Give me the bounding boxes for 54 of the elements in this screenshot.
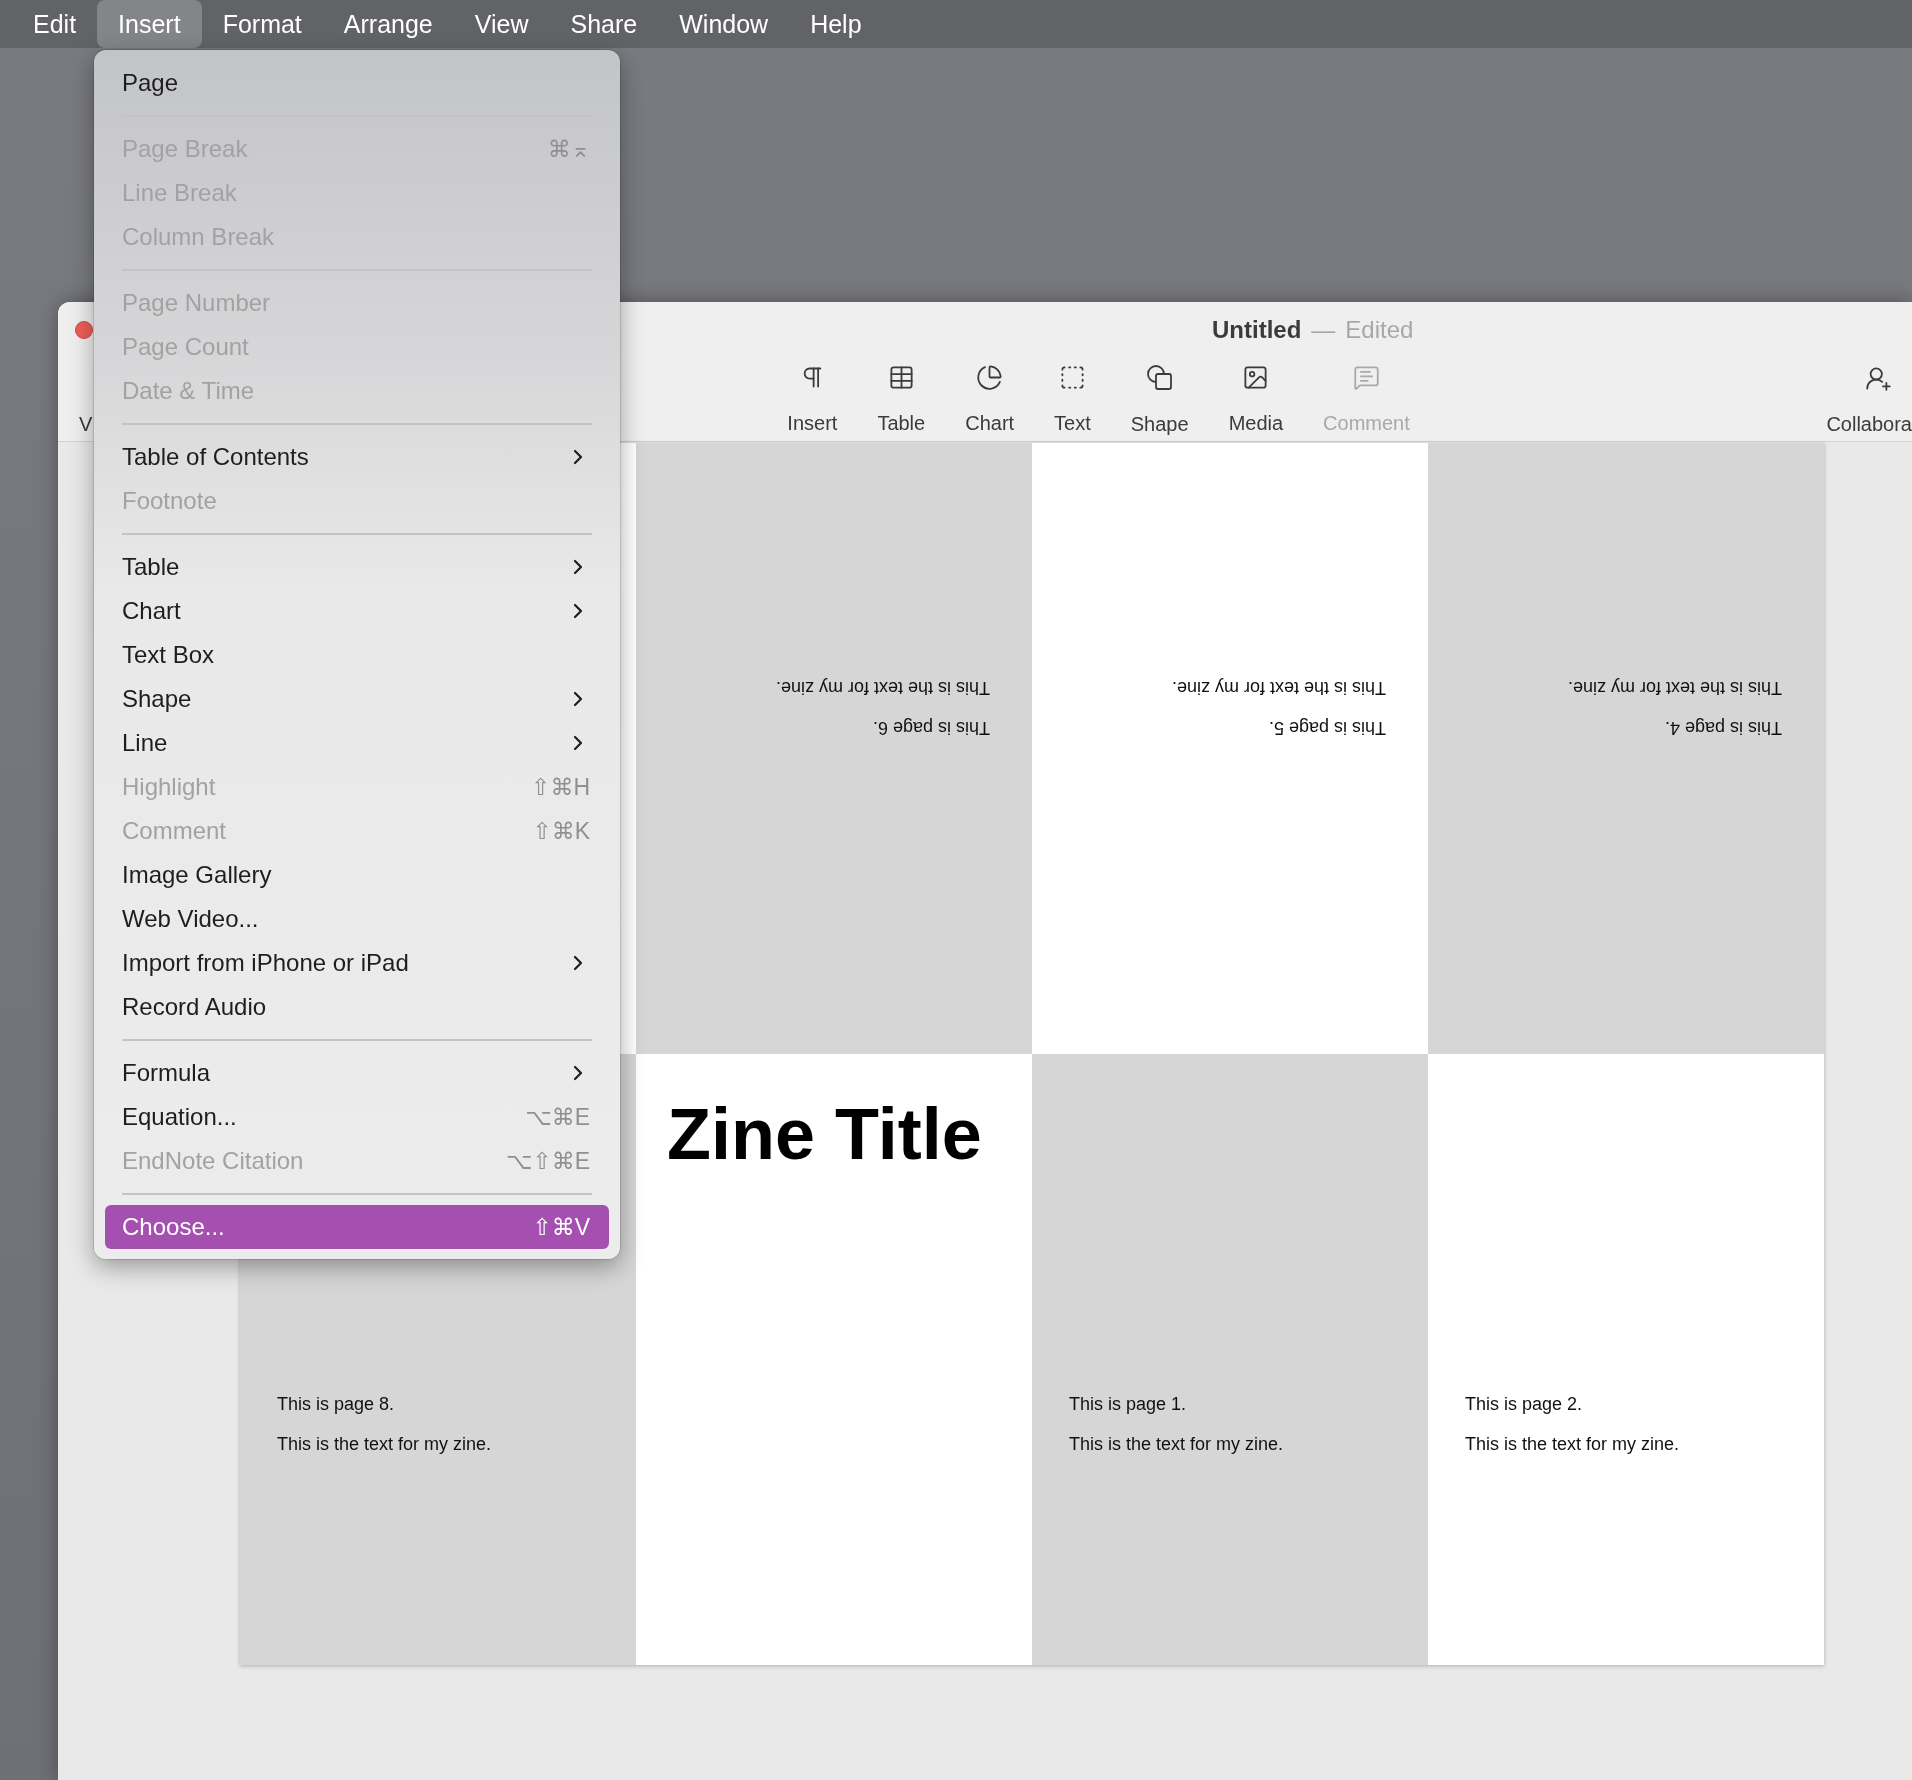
menu-bar-item[interactable]: Edit bbox=[12, 0, 98, 48]
page-text: This is page 6. bbox=[871, 717, 990, 740]
menu-bar-item[interactable]: Window bbox=[658, 0, 790, 48]
menu-item[interactable]: Choose... ⇧⌘V bbox=[105, 1205, 609, 1249]
table-icon bbox=[887, 364, 915, 391]
toolbar-button[interactable]: Chart bbox=[965, 364, 1015, 443]
title-separator: — bbox=[1311, 316, 1336, 344]
menu-bar-item[interactable]: Insert bbox=[97, 0, 202, 48]
menu-item[interactable]: Image Gallery bbox=[105, 853, 609, 897]
page-text: This is page 4. bbox=[1663, 717, 1782, 740]
menu-bar-item[interactable]: Arrange bbox=[322, 0, 454, 48]
menu-item[interactable]: Import from iPhone or iPad bbox=[105, 941, 609, 985]
toolbar-button[interactable]: Shape bbox=[1130, 364, 1189, 443]
edit-status: Edited bbox=[1345, 316, 1414, 344]
menu-bar-item[interactable]: Help bbox=[789, 0, 883, 48]
menu-item[interactable]: Line bbox=[105, 721, 609, 765]
page-text: This is the text for my zine. bbox=[1465, 1433, 1681, 1456]
shape-icon bbox=[1145, 364, 1174, 392]
toolbar-button[interactable]: Collabora bbox=[1826, 365, 1912, 443]
page-text: This is the text for my zine. bbox=[277, 1433, 493, 1456]
page-text: This is the text for my zine. bbox=[774, 677, 990, 700]
menu-item[interactable]: Shape bbox=[105, 677, 609, 721]
toolbar-button[interactable]: Media bbox=[1228, 364, 1284, 443]
page-text: This is the text for my zine. bbox=[1566, 677, 1782, 700]
menu-item[interactable]: Table bbox=[105, 545, 609, 589]
menu-bar-item[interactable]: View bbox=[453, 0, 550, 48]
menu-bar-item[interactable]: Format bbox=[201, 0, 323, 48]
page-text: This is the text for my zine. bbox=[1170, 677, 1386, 700]
zine-title: Zine Title bbox=[667, 1094, 983, 1174]
menu-bar-item[interactable]: Share bbox=[549, 0, 659, 48]
menu-item[interactable]: Formula bbox=[105, 1051, 609, 1095]
comment-icon bbox=[1352, 364, 1380, 391]
toolbar-button[interactable]: Table bbox=[877, 364, 926, 443]
pie-chart-icon bbox=[976, 364, 1004, 391]
close-button[interactable] bbox=[75, 321, 93, 339]
image-icon bbox=[1242, 364, 1270, 391]
page-text: This is page 5. bbox=[1267, 717, 1386, 740]
page-text: This is the text for my zine. bbox=[1069, 1433, 1285, 1456]
page-text: This is page 1. bbox=[1069, 1393, 1188, 1416]
menu-item[interactable]: Web Video... bbox=[105, 897, 609, 941]
text-box-icon bbox=[1058, 364, 1086, 391]
menu-item[interactable]: Text Box bbox=[105, 633, 609, 677]
page-text: This is page 2. bbox=[1465, 1393, 1584, 1416]
menu-item[interactable]: Equation... ⌥⌘E bbox=[105, 1095, 609, 1139]
menu-item[interactable]: Page bbox=[105, 61, 609, 105]
window-title: Untitled bbox=[1212, 316, 1302, 344]
menu-item[interactable]: Chart bbox=[105, 589, 609, 633]
menu-item[interactable]: Record Audio bbox=[105, 985, 609, 1029]
toolbar-label[interactable]: V bbox=[79, 412, 93, 436]
toolbar-button[interactable]: Insert bbox=[787, 364, 838, 443]
menu-item[interactable]: Table of Contents bbox=[105, 435, 609, 479]
toolbar-button[interactable]: Text bbox=[1054, 364, 1091, 443]
add-person-icon bbox=[1865, 365, 1892, 392]
page-text: This is page 8. bbox=[277, 1393, 396, 1416]
